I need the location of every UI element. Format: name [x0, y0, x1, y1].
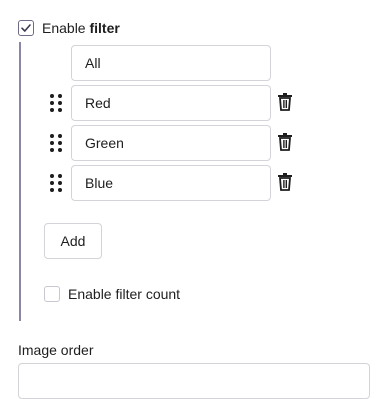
filter-item-value: Red — [85, 95, 111, 111]
filter-group-line — [19, 42, 21, 321]
filter-item-input[interactable]: Green — [71, 125, 271, 161]
drag-handle-icon[interactable] — [50, 174, 64, 192]
add-filter-button[interactable]: Add — [44, 223, 102, 259]
filter-all-input[interactable]: All — [71, 45, 271, 81]
drag-handle-icon[interactable] — [50, 94, 64, 112]
enable-filter-count-row[interactable]: Enable filter count — [44, 284, 180, 304]
checkmark-icon — [21, 24, 31, 32]
enable-filter-checkbox[interactable] — [18, 20, 34, 36]
trash-icon[interactable] — [277, 173, 293, 191]
enable-filter-label-bold: filter — [89, 20, 120, 36]
image-order-select[interactable] — [18, 363, 370, 399]
trash-icon[interactable] — [277, 93, 293, 111]
filter-item-input[interactable]: Red — [71, 85, 271, 121]
enable-filter-label: Enable filter — [42, 20, 120, 36]
trash-icon[interactable] — [277, 133, 293, 151]
filter-all-value: All — [85, 55, 101, 71]
image-order-label: Image order — [18, 342, 94, 358]
add-filter-label: Add — [60, 233, 86, 249]
filter-item-value: Blue — [85, 175, 114, 191]
filter-item-input[interactable]: Blue — [71, 165, 271, 201]
enable-filter-row[interactable]: Enable filter — [18, 18, 120, 38]
enable-filter-count-label: Enable filter count — [68, 286, 181, 302]
filter-item-value: Green — [85, 135, 124, 151]
enable-filter-count-checkbox[interactable] — [44, 286, 60, 302]
drag-handle-icon[interactable] — [50, 134, 64, 152]
